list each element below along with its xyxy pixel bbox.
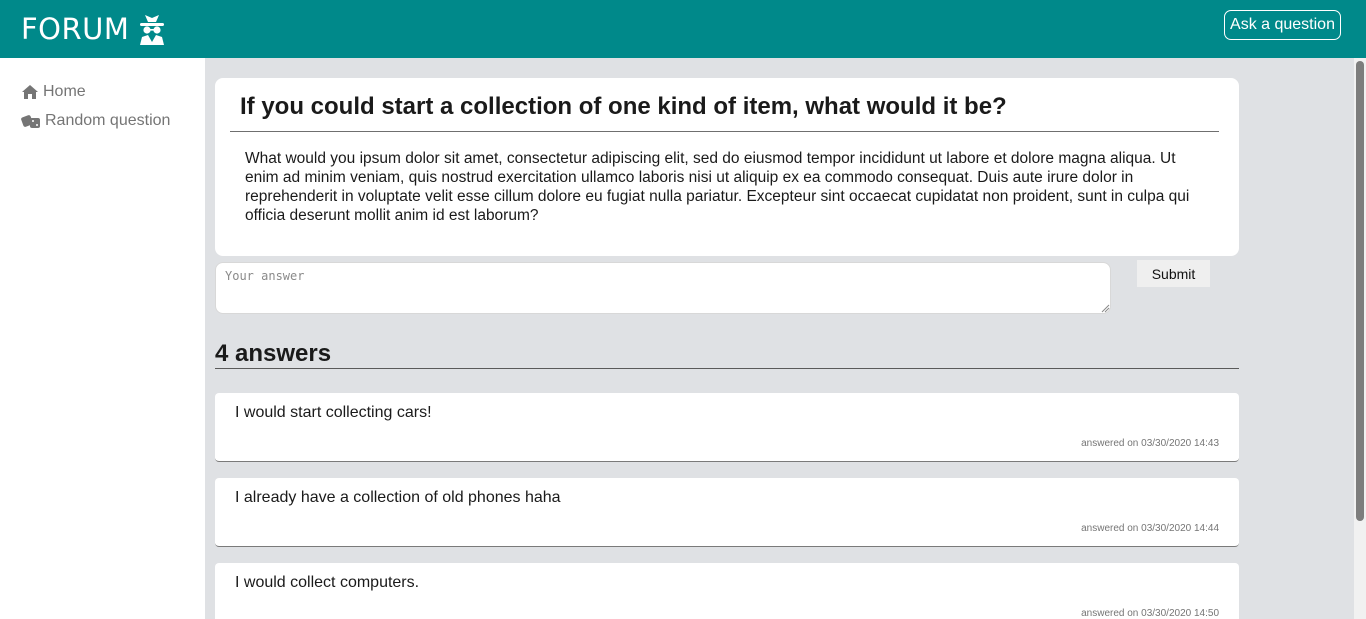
ask-question-button[interactable]: Ask a question: [1224, 10, 1341, 40]
spy-icon: [137, 13, 167, 45]
sidebar-item-label: Random question: [45, 112, 171, 129]
home-icon: [22, 85, 38, 99]
page-scrollbar[interactable]: [1354, 58, 1366, 619]
answer-input[interactable]: [215, 262, 1111, 314]
resize-grip-icon[interactable]: [1100, 303, 1110, 313]
question-body: What would you ipsum dolor sit amet, con…: [245, 150, 1190, 224]
brand-title: FORUM: [21, 12, 130, 46]
answers-count-heading: 4 answers: [215, 340, 332, 367]
submit-button[interactable]: Submit: [1137, 260, 1210, 287]
answer-text: I would start collecting cars!: [235, 404, 432, 421]
answer-timestamp: answered on 03/30/2020 14:43: [1081, 438, 1219, 449]
scrollbar-thumb[interactable]: [1356, 61, 1364, 521]
top-navbar: FORUM Ask a question: [0, 0, 1366, 58]
answer-card: I would collect computers. answered on 0…: [215, 563, 1239, 619]
main-content: If you could start a collection of one k…: [205, 58, 1354, 619]
divider: [215, 368, 1239, 369]
sidebar-item-home[interactable]: Home: [21, 83, 86, 101]
question-title: If you could start a collection of one k…: [240, 93, 1007, 120]
answer-card: I already have a collection of old phone…: [215, 478, 1239, 547]
answer-timestamp: answered on 03/30/2020 14:44: [1081, 523, 1219, 534]
divider: [230, 131, 1219, 132]
brand-logo[interactable]: FORUM: [21, 10, 167, 48]
question-card: If you could start a collection of one k…: [215, 78, 1239, 256]
sidebar-item-label: Home: [43, 83, 86, 100]
answer-timestamp: answered on 03/30/2020 14:50: [1081, 608, 1219, 619]
sidebar: Home Random question: [0, 58, 205, 619]
answer-card: I would start collecting cars! answered …: [215, 393, 1239, 462]
answer-text: I already have a collection of old phone…: [235, 489, 561, 506]
answer-text: I would collect computers.: [235, 574, 420, 591]
dice-icon: [21, 115, 40, 128]
sidebar-item-random-question[interactable]: Random question: [21, 112, 170, 130]
